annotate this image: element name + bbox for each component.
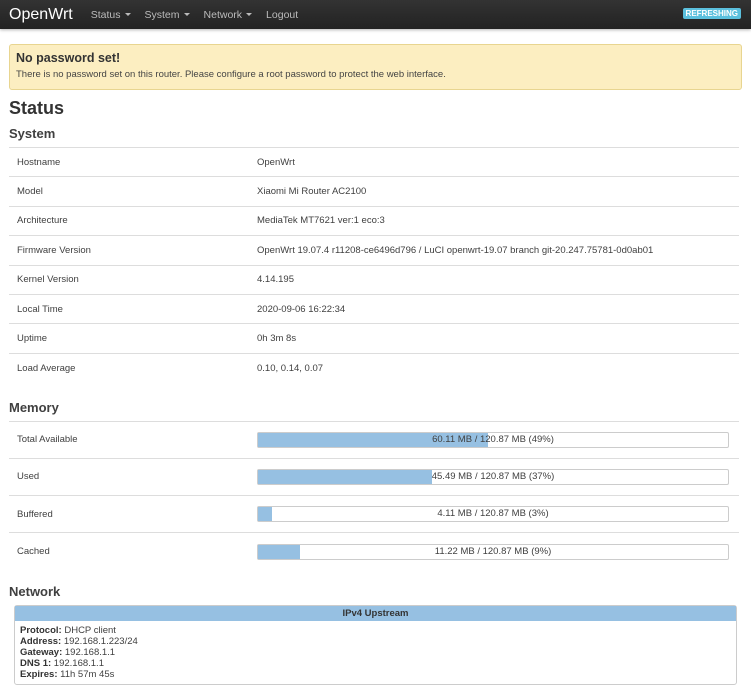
upstream-title: IPv4 Upstream (15, 605, 736, 621)
page-title: Status (9, 98, 65, 118)
field-value: 192.168.1.1 (53, 657, 104, 669)
progress-text: 45.49 MB / 120.87 MB (37%) (431, 470, 555, 482)
memory-heading: Memory (9, 399, 59, 415)
progress-text: 60.11 MB / 120.87 MB (49%) (432, 433, 554, 445)
row-label: Model (9, 176, 249, 207)
navbar: OpenWrt Status System Network Logout REF… (0, 0, 751, 29)
caret-down-icon (124, 13, 131, 16)
network-field: Gateway: 192.168.1.1 (20, 647, 731, 658)
row-label: Local Time (9, 293, 249, 324)
menu-status[interactable]: Status (91, 9, 131, 21)
memory-row: Total Available 60.11 MB / 120.87 MB (49%… (9, 420, 739, 459)
field-label: Protocol: (20, 624, 62, 636)
memory-progress-bar: 60.11 MB / 120.87 MB (49%) (257, 431, 729, 448)
menu-system[interactable]: System (145, 9, 190, 21)
caret-down-icon (183, 13, 190, 16)
table-row: Model Xiaomi Mi Router AC2100 (9, 176, 739, 207)
table-row: Load Average 0.10, 0.14, 0.07 (9, 352, 739, 383)
memory-progress-bar: 11.22 MB / 120.87 MB (9%) (257, 543, 729, 560)
network-field: Protocol: DHCP client (20, 625, 731, 636)
row-value: 0.10, 0.14, 0.07 (249, 352, 739, 383)
table-row: Local Time 2020-09-06 16:22:34 (9, 293, 739, 324)
alert-title: No password set! (16, 51, 121, 65)
ipv4-upstream-panel: IPv4 Upstream Protocol: DHCP client Addre… (14, 604, 737, 685)
menu-logout[interactable]: Logout (266, 9, 298, 21)
field-label: DNS 1: (20, 657, 52, 669)
table-row: Architecture MediaTek MT7621 ver:1 eco:3 (9, 205, 739, 236)
no-password-alert: No password set! There is no password se… (9, 44, 742, 90)
memory-label: Cached (9, 532, 249, 570)
row-label: Kernel Version (9, 264, 249, 295)
caret-down-icon (246, 13, 253, 16)
memory-table: Total Available 60.11 MB / 120.87 MB (49%… (9, 420, 739, 570)
progress-text: 11.22 MB / 120.87 MB (9%) (434, 545, 552, 557)
memory-row: Used 45.49 MB / 120.87 MB (37%) (9, 457, 739, 496)
network-field: Expires: 11h 57m 45s (20, 669, 731, 680)
row-label: Load Average (9, 352, 249, 383)
field-value: 192.168.1.1 (64, 646, 116, 658)
progress-text: 4.11 MB / 120.87 MB (3%) (437, 508, 549, 520)
row-value: OpenWrt 19.07.4 r11208-ce6496d796 / LuCI… (249, 235, 739, 266)
memory-progress-bar: 4.11 MB / 120.87 MB (3%) (257, 506, 729, 523)
row-value: Xiaomi Mi Router AC2100 (249, 176, 739, 207)
field-value: DHCP client (64, 624, 116, 636)
memory-row: Cached 11.22 MB / 120.87 MB (9%) (9, 532, 739, 570)
table-row: Uptime 0h 3m 8s (9, 323, 739, 354)
memory-row: Buffered 4.11 MB / 120.87 MB (3%) (9, 494, 739, 533)
row-value: OpenWrt (249, 146, 739, 177)
memory-label: Buffered (9, 494, 249, 533)
row-value: MediaTek MT7621 ver:1 eco:3 (249, 205, 739, 236)
table-row: Kernel Version 4.14.195 (9, 264, 739, 295)
row-label: Hostname (9, 146, 249, 177)
field-label: Address: (20, 635, 62, 647)
table-row: Firmware Version OpenWrt 19.07.4 r11208-c… (9, 235, 739, 266)
brand-logo[interactable]: OpenWrt (9, 6, 73, 24)
menu-label: Status (90, 8, 121, 21)
row-label: Uptime (9, 323, 249, 354)
network-heading: Network (9, 583, 61, 599)
field-label: Expires: (20, 668, 58, 680)
system-table: Hostname OpenWrt Model Xiaomi Mi Router AC2… (9, 146, 739, 383)
refreshing-badge[interactable]: REFRESHING (682, 8, 741, 19)
row-value: 2020-09-06 16:22:34 (249, 293, 739, 324)
field-value: 192.168.1.223/24 (63, 635, 138, 647)
menu-network[interactable]: Network (204, 9, 253, 21)
memory-progress-bar: 45.49 MB / 120.87 MB (37%) (257, 468, 729, 485)
network-field: DNS 1: 192.168.1.1 (20, 658, 731, 669)
alert-text: There is no password set on this router.… (16, 69, 446, 80)
field-value: 11h 57m 45s (60, 668, 115, 680)
row-value: 4.14.195 (249, 264, 739, 295)
row-label: Architecture (9, 205, 249, 236)
memory-label: Total Available (9, 420, 249, 459)
memory-label: Used (9, 457, 249, 496)
network-field: Address: 192.168.1.223/24 (20, 636, 731, 647)
row-value: 0h 3m 8s (249, 323, 739, 354)
table-row: Hostname OpenWrt (9, 146, 739, 177)
menu-label: Network (203, 8, 243, 21)
row-label: Firmware Version (9, 235, 249, 266)
system-heading: System (9, 126, 56, 141)
field-label: Gateway: (20, 646, 63, 658)
menu-label: System (144, 8, 180, 21)
